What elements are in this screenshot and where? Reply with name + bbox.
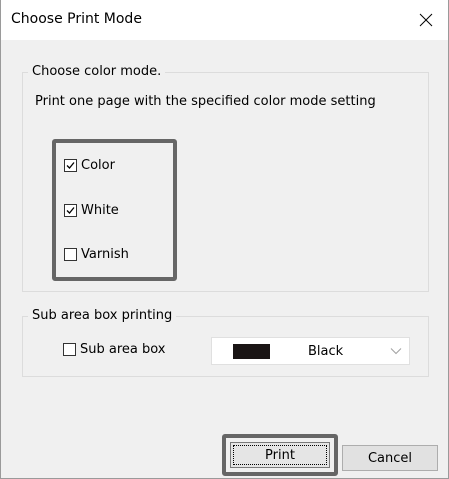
white-checkbox[interactable]	[64, 203, 77, 217]
white-checkbox-row[interactable]: White	[64, 201, 119, 219]
color-checkbox[interactable]	[64, 158, 77, 172]
varnish-checkbox[interactable]	[64, 247, 77, 261]
sub-area-checkbox-row[interactable]: Sub area box	[63, 340, 166, 358]
color-mode-legend: Choose color mode.	[28, 64, 166, 80]
sub-area-color-value: Black	[308, 344, 344, 359]
color-swatch	[233, 344, 270, 359]
color-checkbox-row[interactable]: Color	[64, 156, 115, 174]
checkmark-icon	[66, 161, 75, 169]
chevron-down-icon	[390, 348, 402, 355]
cancel-button-label: Cancel	[367, 450, 413, 466]
sub-area-checkbox[interactable]	[63, 342, 76, 356]
color-mode-description: Print one page with the specified color …	[35, 94, 376, 109]
cancel-button[interactable]: Cancel	[342, 445, 438, 471]
print-mode-dialog: Choose Print Mode Choose color mode. Pri…	[0, 0, 449, 479]
varnish-checkbox-label: Varnish	[81, 246, 129, 262]
white-checkbox-label: White	[81, 202, 119, 218]
color-checkbox-label: Color	[81, 157, 115, 173]
varnish-checkbox-row[interactable]: Varnish	[64, 245, 129, 263]
title-bar: Choose Print Mode	[1, 0, 448, 40]
close-icon	[419, 13, 433, 27]
sub-area-legend: Sub area box printing	[28, 308, 177, 324]
print-button[interactable]: Print	[230, 442, 330, 468]
dialog-title: Choose Print Mode	[11, 11, 142, 27]
sub-area-checkbox-label: Sub area box	[80, 341, 166, 357]
checkmark-icon	[66, 206, 75, 214]
dropdown-arrow[interactable]	[383, 338, 409, 364]
focus-rect	[233, 445, 327, 465]
sub-area-color-select[interactable]: Black	[211, 337, 410, 365]
close-button[interactable]	[412, 6, 440, 34]
